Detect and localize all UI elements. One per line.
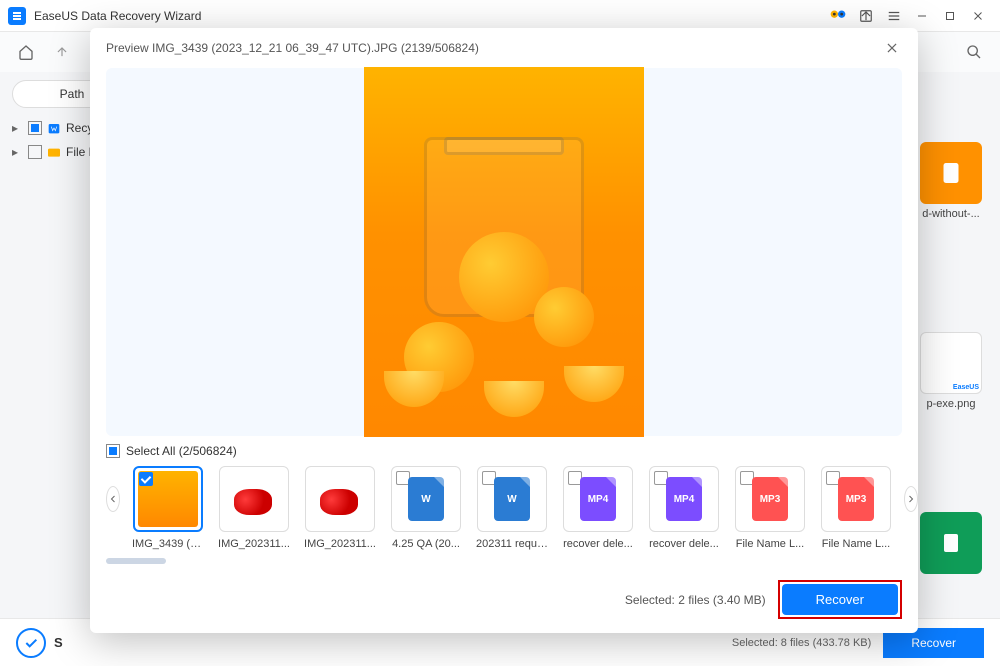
thumbnail[interactable]: MP3 File Name L... [820, 466, 892, 550]
upload-icon[interactable] [852, 2, 880, 30]
thumbnail[interactable]: MP4 recover dele... [562, 466, 634, 550]
modal-header: Preview IMG_3439 (2023_12_21 06_39_47 UT… [90, 28, 918, 68]
minimize-button[interactable] [908, 2, 936, 30]
modal-footer: Selected: 2 files (3.40 MB) Recover [90, 570, 918, 633]
tomato-icon [310, 471, 370, 527]
next-arrow-icon[interactable] [904, 486, 918, 512]
preview-modal: Preview IMG_3439 (2023_12_21 06_39_47 UT… [90, 28, 918, 633]
thumb-checkbox[interactable] [139, 472, 153, 486]
thumb-label: IMG_3439 (2... [132, 538, 204, 550]
thumb-label: 4.25 QA (20... [390, 538, 462, 550]
checkbox[interactable] [28, 121, 42, 135]
thumbnail[interactable]: IMG_202311... [218, 466, 290, 550]
w-icon: W [494, 477, 530, 521]
recover-button[interactable]: Recover [782, 584, 898, 615]
maximize-button[interactable] [936, 2, 964, 30]
mp4-icon: MP4 [580, 477, 616, 521]
selection-status: Selected: 2 files (3.40 MB) [625, 593, 766, 607]
thumbnail[interactable]: IMG_3439 (2... [132, 466, 204, 550]
folder-icon [46, 144, 62, 160]
up-icon[interactable] [48, 38, 76, 66]
bg-thumb[interactable]: d-without-... [920, 142, 982, 220]
mascot-icon[interactable] [824, 2, 852, 30]
bg-thumb[interactable]: EaseUS p-exe.png [920, 332, 982, 410]
checkbox[interactable] [28, 145, 42, 159]
bg-thumb-label: d-without-... [920, 208, 982, 220]
thumb-label: IMG_202311... [304, 538, 376, 550]
bg-thumb[interactable] [920, 512, 982, 578]
select-all-row[interactable]: Select All (2/506824) [90, 436, 918, 462]
prev-arrow-icon[interactable] [106, 486, 120, 512]
chevron-right-icon: ▸ [12, 121, 24, 135]
chevron-right-icon: ▸ [12, 145, 24, 159]
select-all-checkbox[interactable] [106, 444, 120, 458]
horizontal-scrollbar[interactable] [106, 558, 902, 564]
thumb-label: File Name L... [820, 538, 892, 550]
app-title: EaseUS Data Recovery Wizard [34, 9, 201, 23]
mp3-icon: MP3 [752, 477, 788, 521]
thumb-label: recover dele... [562, 538, 634, 550]
bg-thumb-label: p-exe.png [920, 398, 982, 410]
scan-status-letter: S [54, 635, 63, 650]
check-circle-icon [16, 628, 46, 658]
thumb-label: recover dele... [648, 538, 720, 550]
close-button[interactable] [964, 2, 992, 30]
thumb-label: 202311 requi... [476, 538, 548, 550]
close-icon[interactable] [882, 38, 902, 58]
recycle-bin-icon [46, 120, 62, 136]
modal-title: Preview IMG_3439 (2023_12_21 06_39_47 UT… [106, 41, 479, 55]
bottom-status: Selected: 8 files (433.78 KB) [732, 637, 871, 649]
preview-image [364, 67, 644, 437]
w-icon: W [408, 477, 444, 521]
search-icon[interactable] [960, 38, 988, 66]
select-all-label: Select All (2/506824) [126, 444, 237, 458]
app-logo-icon [8, 7, 26, 25]
menu-icon[interactable] [880, 2, 908, 30]
filmstrip: IMG_3439 (2... IMG_202311... IMG_202311...… [90, 462, 918, 558]
thumb-label: IMG_202311... [218, 538, 290, 550]
highlight-annotation: Recover [778, 580, 902, 619]
mp3-icon: MP3 [838, 477, 874, 521]
mp4-icon: MP4 [666, 477, 702, 521]
thumb-label: File Name L... [734, 538, 806, 550]
preview-area [106, 68, 902, 436]
thumbnail[interactable]: IMG_202311... [304, 466, 376, 550]
thumbnail[interactable]: MP3 File Name L... [734, 466, 806, 550]
tomato-icon [224, 471, 284, 527]
home-icon[interactable] [12, 38, 40, 66]
thumbnail[interactable]: MP4 recover dele... [648, 466, 720, 550]
thumbnail[interactable]: W 202311 requi... [476, 466, 548, 550]
thumbnail[interactable]: W 4.25 QA (20... [390, 466, 462, 550]
